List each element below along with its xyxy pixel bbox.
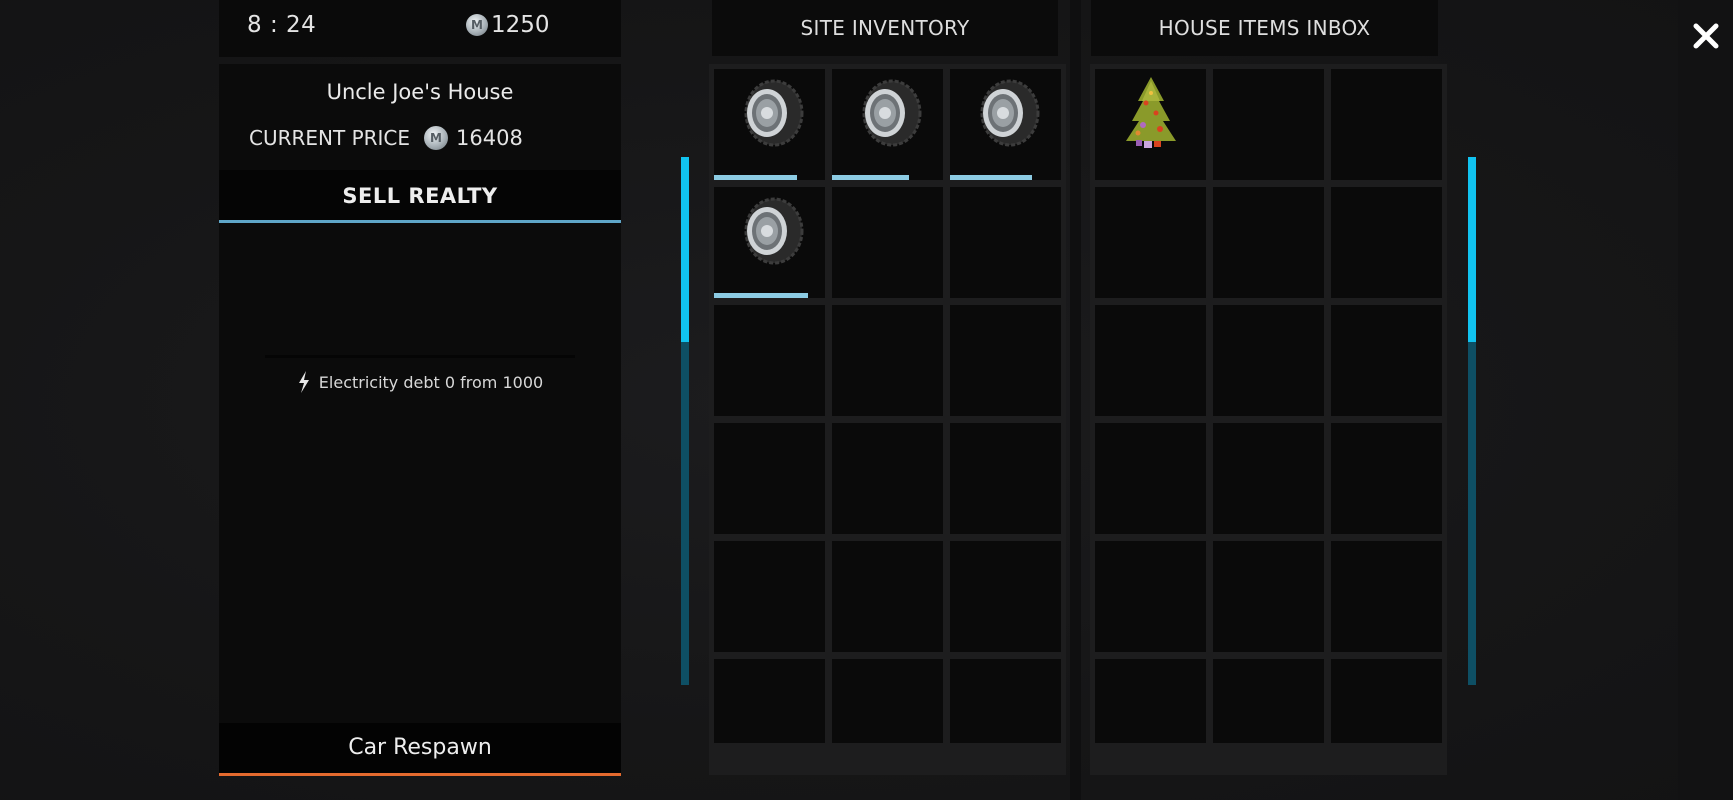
inventory-slot-empty[interactable] (1331, 69, 1442, 180)
house-inbox-grid (1090, 64, 1447, 775)
inventory-slot-empty[interactable] (1213, 69, 1324, 180)
inventory-slot-wheel[interactable] (950, 69, 1061, 180)
coin-icon: M (466, 14, 488, 36)
panel-divider (1070, 0, 1081, 800)
inventory-slot-wheel[interactable] (714, 187, 825, 298)
house-inbox-title: HOUSE ITEMS INBOX (1091, 0, 1438, 56)
price-value: 16408 (456, 126, 523, 150)
durability-bar (714, 293, 809, 298)
inventory-slot-empty[interactable] (714, 659, 825, 743)
coin-icon: M (424, 126, 449, 150)
lightning-icon (298, 371, 309, 393)
inventory-slot-empty[interactable] (1213, 187, 1324, 298)
house-inbox-scrollbar[interactable] (1468, 157, 1476, 685)
electricity-text: Electricity debt 0 from 1000 (318, 372, 544, 392)
inventory-slot-wheel[interactable] (832, 69, 943, 180)
current-price: CURRENT PRICE M 16408 (249, 126, 523, 150)
inventory-slot-empty[interactable] (1331, 541, 1442, 652)
price-label: CURRENT PRICE (249, 126, 411, 150)
inventory-slot-empty[interactable] (950, 659, 1061, 743)
car-respawn-button[interactable]: Car Respawn (219, 723, 621, 776)
inventory-slot-empty[interactable] (1331, 187, 1442, 298)
close-icon (1693, 23, 1719, 49)
inventory-slot-empty[interactable] (1213, 423, 1324, 534)
site-inventory-title: SITE INVENTORY (712, 0, 1058, 56)
sell-realty-button[interactable]: SELL REALTY (219, 170, 621, 223)
wheel-icon (862, 79, 921, 147)
inventory-slot-empty[interactable] (1213, 305, 1324, 416)
hud-bar: 8 : 24 M 1250 (219, 0, 621, 57)
inventory-slot-empty[interactable] (714, 423, 825, 534)
inventory-slot-wheel[interactable] (714, 69, 825, 180)
inventory-slot-empty[interactable] (832, 187, 943, 298)
durability-bar (714, 175, 798, 180)
durability-bar (950, 175, 1033, 180)
christmas-tree-icon (1125, 77, 1176, 148)
inventory-slot-empty[interactable] (1095, 541, 1206, 652)
inventory-slot-empty[interactable] (1331, 659, 1442, 743)
scroll-thumb[interactable] (1468, 157, 1476, 342)
inventory-slot-empty[interactable] (950, 541, 1061, 652)
inventory-slot-empty[interactable] (1213, 541, 1324, 652)
durability-bar (832, 175, 909, 180)
inventory-slot-empty[interactable] (1095, 305, 1206, 416)
inventory-slot-empty[interactable] (1095, 659, 1206, 743)
wheel-icon (744, 197, 803, 265)
inventory-slot-empty[interactable] (714, 541, 825, 652)
inventory-slot-empty[interactable] (1095, 187, 1206, 298)
site-inventory-scrollbar[interactable] (681, 157, 689, 685)
inventory-slot-empty[interactable] (832, 305, 943, 416)
house-info: Uncle Joe's House CURRENT PRICE M 16408 (219, 64, 621, 170)
inventory-slot-empty[interactable] (950, 305, 1061, 416)
inventory-slot-empty[interactable] (1213, 659, 1324, 743)
inventory-slot-empty[interactable] (832, 423, 943, 534)
inventory-slot-empty[interactable] (950, 187, 1061, 298)
scroll-thumb[interactable] (681, 157, 689, 342)
house-details: Electricity debt 0 from 1000 (219, 223, 621, 723)
inventory-slot-empty[interactable] (832, 659, 943, 743)
inventory-slot-empty[interactable] (1095, 423, 1206, 534)
wheel-icon (744, 79, 803, 147)
balance: M 1250 (466, 12, 550, 38)
wheel-icon (980, 79, 1039, 147)
balance-value: 1250 (491, 12, 550, 38)
game-time: 8 : 24 (247, 12, 317, 38)
inventory-slot-empty[interactable] (1331, 305, 1442, 416)
inventory-slot-empty[interactable] (950, 423, 1061, 534)
divider (265, 355, 575, 358)
close-button[interactable] (1686, 16, 1726, 56)
inventory-slot-empty[interactable] (832, 541, 943, 652)
inventory-slot-empty[interactable] (714, 305, 825, 416)
inventory-slot-christmas-tree[interactable] (1095, 69, 1206, 180)
house-name: Uncle Joe's House (326, 80, 514, 104)
electricity-status: Electricity debt 0 from 1000 (219, 371, 621, 393)
right-edge-band (1678, 0, 1733, 800)
inventory-slot-empty[interactable] (1331, 423, 1442, 534)
site-inventory-grid (709, 64, 1066, 775)
